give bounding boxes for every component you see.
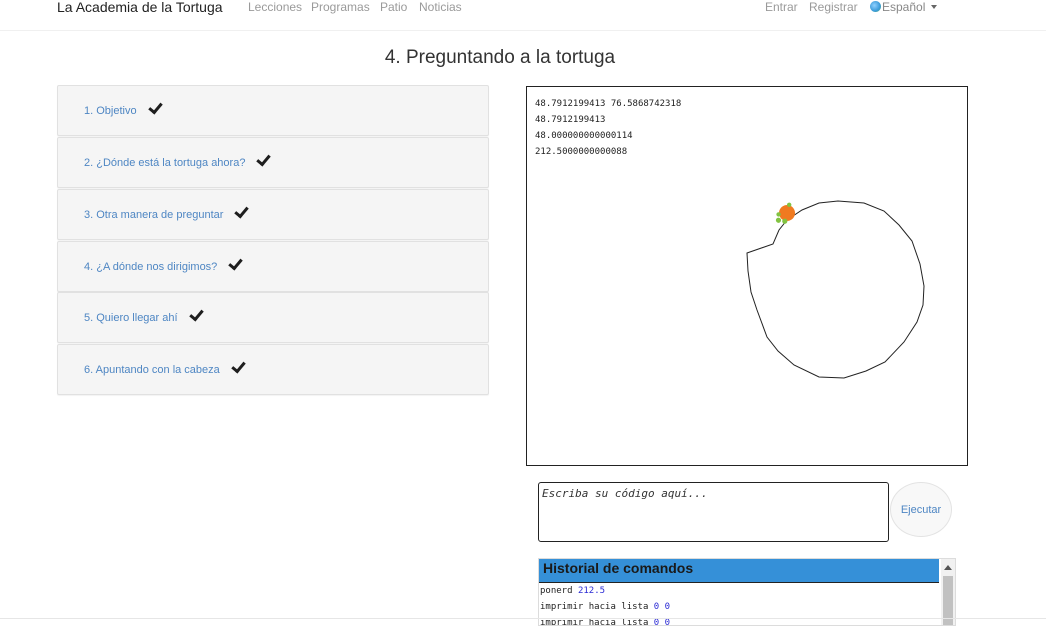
turtle-drawing — [746, 200, 925, 379]
command-history: Historial de comandos ponerd 212.5 impri… — [538, 558, 956, 626]
history-item[interactable]: imprimir hacia lista 0 0 — [539, 615, 955, 626]
accordion-item-a-donde[interactable]: 4. ¿A dónde nos dirigimos? — [57, 241, 489, 292]
accordion-item-donde-esta[interactable]: 2. ¿Dónde está la tortuga ahora? — [57, 137, 489, 188]
caret-down-icon — [931, 5, 938, 9]
accordion-item-label[interactable]: 6. Apuntando con la cabeza — [84, 364, 220, 376]
code-input[interactable] — [538, 482, 889, 542]
history-arg: 0 0 — [653, 618, 671, 626]
history-item[interactable]: ponerd 212.5 — [539, 583, 955, 599]
check-icon — [234, 203, 250, 219]
accordion-item-apuntando[interactable]: 6. Apuntando con la cabeza — [57, 344, 489, 395]
accordion-item-objetivo[interactable]: 1. Objetivo — [57, 85, 489, 136]
check-icon — [147, 99, 163, 115]
history-command: ponerd — [540, 586, 573, 596]
check-icon — [231, 358, 246, 374]
nav-link-programas[interactable]: Programas — [311, 0, 370, 14]
nav-link-lecciones[interactable]: Lecciones — [248, 0, 302, 14]
register-link[interactable]: Registrar — [809, 0, 858, 14]
check-icon — [256, 151, 272, 167]
accordion-item-label[interactable]: 1. Objetivo — [84, 105, 137, 117]
history-arg: 212.5 — [577, 586, 606, 596]
check-icon — [188, 306, 204, 322]
login-link[interactable]: Entrar — [765, 0, 798, 14]
accordion-item-label[interactable]: 2. ¿Dónde está la tortuga ahora? — [84, 157, 245, 169]
circle-path — [746, 200, 925, 379]
history-title: Historial de comandos — [539, 559, 939, 583]
globe-icon — [870, 1, 881, 12]
run-button[interactable]: Ejecutar — [890, 482, 952, 537]
history-arg: 0 0 — [653, 602, 671, 612]
history-scrollbar[interactable] — [941, 559, 955, 625]
nav-link-patio[interactable]: Patio — [380, 0, 407, 14]
turtle-canvas[interactable]: 48.7912199413 76.5868742318 48.791219941… — [526, 86, 968, 466]
accordion-item-label[interactable]: 3. Otra manera de preguntar — [84, 209, 223, 221]
page-title: 4. Preguntando a la tortuga — [384, 47, 616, 68]
navbar: La Academia de la Tortuga Lecciones Prog… — [0, 0, 1046, 31]
scroll-up-icon[interactable] — [944, 565, 952, 570]
footer-divider — [0, 618, 1046, 619]
history-command: imprimir hacia lista — [540, 618, 649, 626]
nav-link-noticias[interactable]: Noticias — [419, 0, 462, 14]
accordion-item-otra-manera[interactable]: 3. Otra manera de preguntar — [57, 189, 489, 240]
accordion-item-label[interactable]: 4. ¿A dónde nos dirigimos? — [84, 261, 217, 273]
accordion-item-quiero-llegar[interactable]: 5. Quiero llegar ahí — [57, 292, 489, 343]
history-item[interactable]: imprimir hacia lista 0 0 — [539, 599, 955, 615]
brand-logo-text[interactable]: La Academia de la Tortuga — [57, 0, 223, 15]
check-icon — [228, 255, 244, 271]
turtle-icon — [775, 202, 795, 224]
accordion-item-label[interactable]: 5. Quiero llegar ahí — [84, 312, 178, 324]
language-label: Español — [882, 0, 926, 14]
history-command: imprimir hacia lista — [540, 602, 649, 612]
language-dropdown[interactable]: Español — [870, 0, 938, 14]
